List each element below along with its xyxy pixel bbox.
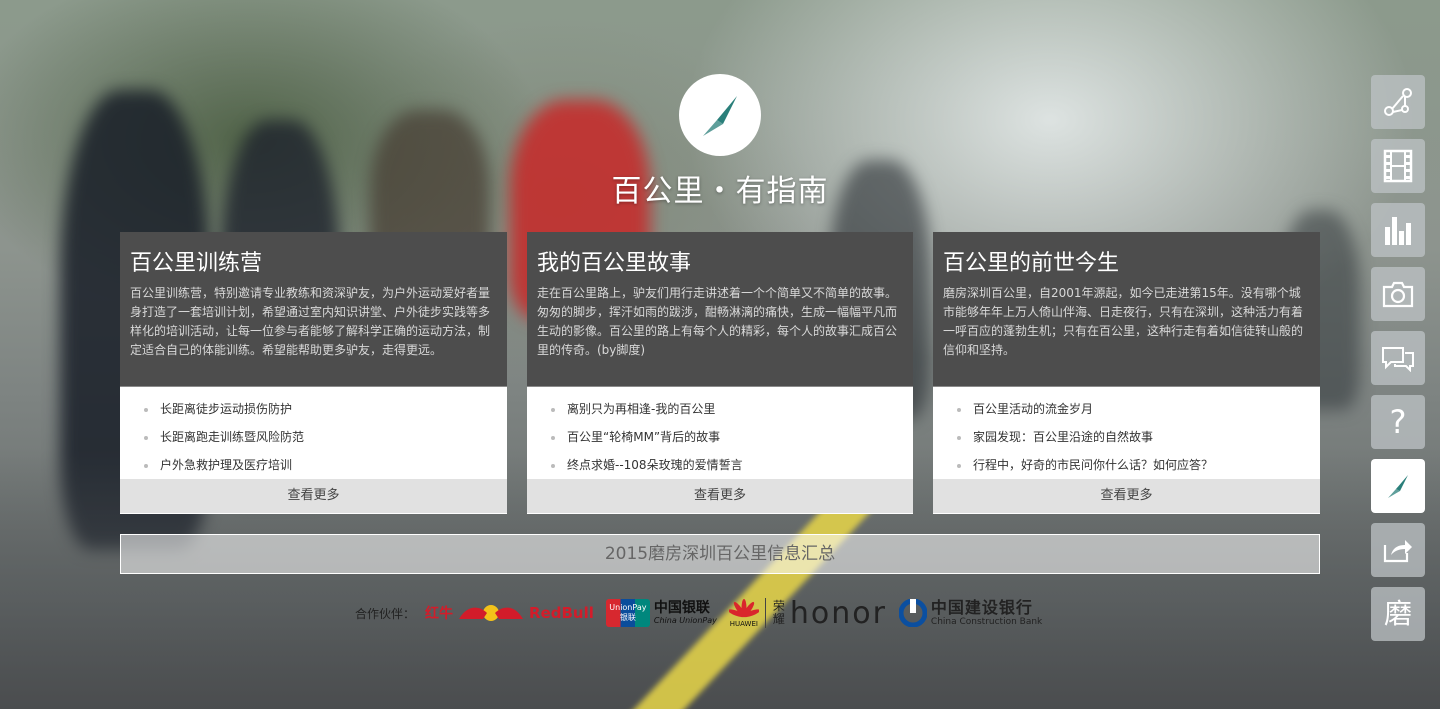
- unionpay-badge-bottom: 银联: [619, 613, 636, 622]
- help-icon: ?: [1389, 403, 1407, 441]
- list-item[interactable]: 百公里活动的流金岁月: [933, 395, 1320, 423]
- compass-icon: [703, 96, 737, 136]
- redbull-en-text: RedBull: [529, 604, 594, 622]
- toolbar-guide-button[interactable]: [1371, 459, 1425, 513]
- film-icon: [1383, 149, 1413, 183]
- list-item[interactable]: 家园发现：百公里沿途的自然故事: [933, 423, 1320, 451]
- right-toolbar: ? 磨: [1371, 75, 1425, 651]
- toolbar-help-button[interactable]: ?: [1371, 395, 1425, 449]
- summary-link-button[interactable]: 2015磨房深圳百公里信息汇总: [120, 534, 1320, 574]
- unionpay-en-text: China UnionPay: [653, 616, 717, 625]
- toolbar-share-button[interactable]: [1371, 523, 1425, 577]
- site-logo[interactable]: [679, 74, 761, 156]
- ccb-en-text: China Construction Bank: [930, 616, 1043, 627]
- card-description: 百公里训练营，特别邀请专业教练和资深驴友，为户外运动爱好者量身打造了一套培训计划…: [130, 286, 491, 357]
- partner-unionpay-logo[interactable]: UnionPay 银联 中国银联 China UnionPay: [605, 599, 717, 627]
- huawei-text: HUAWEI: [729, 620, 758, 628]
- toolbar-video-button[interactable]: [1371, 139, 1425, 193]
- partner-redbull-logo[interactable]: 红牛 RedBull: [425, 599, 594, 627]
- card-history: 百公里的前世今生 磨房深圳百公里，自2001年源起，如今已走进第15年。没有哪个…: [933, 232, 1320, 514]
- partner-ccb-logo[interactable]: 中国建设银行 China Construction Bank: [898, 597, 1043, 628]
- list-item[interactable]: 户外急救护理及医疗培训: [120, 451, 507, 479]
- toolbar-chat-button[interactable]: [1371, 331, 1425, 385]
- card-title[interactable]: 百公里的前世今生: [943, 246, 1310, 282]
- redbull-bulls-icon: [459, 605, 524, 621]
- honor-en-text: honor: [789, 595, 887, 631]
- list-item[interactable]: 离别只为再相逢-我的百公里: [527, 395, 913, 423]
- card-title[interactable]: 百公里训练营: [130, 246, 497, 282]
- card-description: 走在百公里路上，驴友们用行走讲述着一个个简单又不简单的故事。匆匆的脚步，挥汗如雨…: [537, 286, 898, 357]
- view-more-button[interactable]: 查看更多: [527, 479, 913, 513]
- chat-icon: [1382, 347, 1414, 372]
- route-map-icon: [1384, 88, 1412, 116]
- card-title[interactable]: 我的百公里故事: [537, 246, 903, 282]
- toolbar-route-button[interactable]: [1371, 75, 1425, 129]
- card-header: 我的百公里故事 走在百公里路上，驴友们用行走讲述着一个个简单又不简单的故事。匆匆…: [527, 232, 913, 387]
- list-item[interactable]: 终点求婚--108朵玫瑰的爱情誓言: [527, 451, 913, 479]
- toolbar-stats-button[interactable]: [1371, 203, 1425, 257]
- list-item[interactable]: 百公里“轮椅MM”背后的故事: [527, 423, 913, 451]
- card-header: 百公里的前世今生 磨房深圳百公里，自2001年源起，如今已走进第15年。没有哪个…: [933, 232, 1320, 387]
- unionpay-badge-top: UnionPay: [609, 603, 647, 612]
- list-item[interactable]: 行程中，好奇的市民问你什么话？如何应答？: [933, 451, 1320, 479]
- honor-cn-text: 荣耀: [772, 599, 785, 626]
- toolbar-mofang-button[interactable]: 磨: [1371, 587, 1425, 641]
- mofang-icon: 磨: [1383, 597, 1412, 630]
- list-item[interactable]: 长距离跑走训练暨风险防范: [120, 423, 507, 451]
- page-title: 百公里・有指南: [611, 174, 829, 209]
- camera-icon: [1382, 281, 1414, 308]
- partner-divider: [764, 598, 766, 628]
- partners-bar: 合作伙伴： 红牛 RedBull UnionPay 银联 中国银联 China …: [355, 595, 1054, 631]
- card-header: 百公里训练营 百公里训练营，特别邀请专业教练和资深驴友，为户外运动爱好者量身打造…: [120, 232, 507, 387]
- view-more-button[interactable]: 查看更多: [933, 479, 1320, 513]
- bar-chart-icon: [1385, 217, 1411, 245]
- card-description: 磨房深圳百公里，自2001年源起，如今已走进第15年。没有哪个城市能够年年上万人…: [943, 286, 1304, 357]
- partners-label: 合作伙伴：: [355, 606, 416, 621]
- redbull-cn-text: 红牛: [425, 606, 454, 622]
- view-more-button[interactable]: 查看更多: [120, 479, 507, 513]
- card-link-list: 百公里活动的流金岁月 家园发现：百公里沿途的自然故事 行程中，好奇的市民问你什么…: [933, 387, 1320, 479]
- card-my-story: 我的百公里故事 走在百公里路上，驴友们用行走讲述着一个个简单又不简单的故事。匆匆…: [527, 232, 913, 514]
- unionpay-cn-text: 中国银联: [653, 600, 710, 616]
- ccb-emblem-icon: [898, 599, 927, 627]
- ccb-cn-text: 中国建设银行: [930, 597, 1033, 617]
- compass-icon: [1388, 475, 1408, 498]
- card-training-camp: 百公里训练营 百公里训练营，特别邀请专业教练和资深驴友，为户外运动爱好者量身打造…: [120, 232, 507, 514]
- partner-huawei-logo[interactable]: HUAWEI: [728, 598, 759, 628]
- toolbar-photo-button[interactable]: [1371, 267, 1425, 321]
- unionpay-badge-icon: UnionPay 银联: [605, 599, 650, 627]
- partner-honor-logo[interactable]: 荣耀 honor: [772, 596, 887, 631]
- card-link-list: 长距离徒步运动损伤防护 长距离跑走训练暨风险防范 户外急救护理及医疗培训: [120, 387, 507, 479]
- share-icon: [1383, 540, 1412, 563]
- huawei-petals-icon: [728, 599, 759, 618]
- list-item[interactable]: 长距离徒步运动损伤防护: [120, 395, 507, 423]
- card-link-list: 离别只为再相逢-我的百公里 百公里“轮椅MM”背后的故事 终点求婚--108朵玫…: [527, 387, 913, 479]
